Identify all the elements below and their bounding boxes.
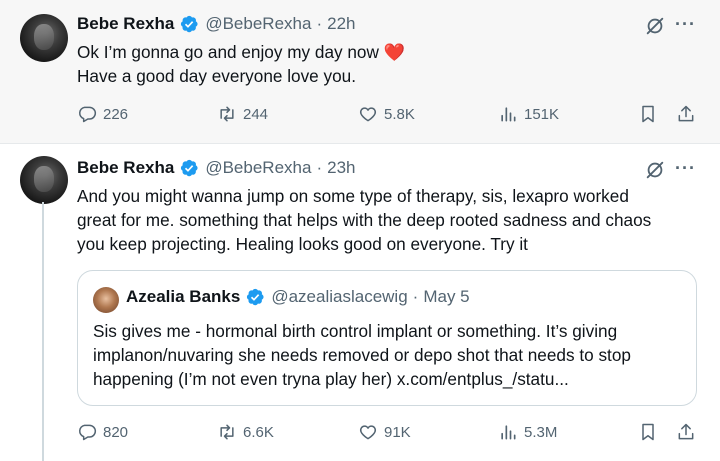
views-button[interactable]: 151K bbox=[498, 104, 559, 124]
quoted-tweet-text: Sis gives me - hormonal birth control im… bbox=[93, 319, 688, 391]
display-name[interactable]: Bebe Rexha bbox=[77, 14, 174, 34]
bookmark-icon bbox=[642, 423, 654, 441]
repost-button[interactable]: 244 bbox=[217, 104, 268, 124]
views-button[interactable]: 5.3M bbox=[498, 422, 557, 442]
timestamp[interactable]: 23h bbox=[327, 158, 355, 178]
quoted-tweet-text-line: Sis gives me - hormonal birth control im… bbox=[93, 321, 618, 341]
repost-button[interactable]: 6.6K bbox=[217, 422, 274, 442]
thread-line bbox=[42, 202, 44, 461]
reply-button[interactable]: 226 bbox=[77, 104, 128, 124]
share-button[interactable] bbox=[676, 104, 696, 124]
repost-icon bbox=[220, 424, 234, 440]
tweet-header: Bebe Rexha @BebeRexha · 22h bbox=[77, 14, 355, 34]
like-button[interactable]: 5.8K bbox=[358, 104, 415, 124]
views-count: 5.3M bbox=[524, 423, 558, 441]
bookmark-button[interactable] bbox=[638, 422, 658, 442]
handle: @azealiaslacewig bbox=[271, 287, 408, 306]
tweet-text-line: Ok I’m gonna go and enjoy my day now bbox=[77, 42, 379, 62]
share-button[interactable] bbox=[676, 422, 696, 442]
quoted-tweet-text-line: implanon/nuvaring she needs removed or d… bbox=[93, 345, 631, 365]
tweet[interactable]: Bebe Rexha @BebeRexha · 23h ··· And you … bbox=[0, 144, 720, 461]
reply-count: 226 bbox=[103, 105, 129, 123]
grok-icon[interactable] bbox=[644, 15, 666, 37]
handle[interactable]: @BebeRexha bbox=[205, 14, 311, 34]
handle[interactable]: @BebeRexha bbox=[205, 158, 311, 178]
repost-icon bbox=[220, 106, 234, 122]
action-bar: 820 6.6K 91K 5.3M bbox=[77, 422, 707, 446]
like-count: 91K bbox=[384, 423, 411, 441]
tweet-text-line: you keep projecting. Healing looks good … bbox=[77, 234, 528, 254]
tweet-text: Ok I’m gonna go and enjoy my day now ❤️ … bbox=[77, 40, 405, 88]
more-icon[interactable]: ··· bbox=[675, 14, 696, 35]
separator: · bbox=[412, 287, 419, 306]
separator: · bbox=[316, 158, 323, 177]
bookmark-icon bbox=[642, 105, 654, 123]
like-icon bbox=[359, 425, 377, 440]
tweet-text-line: And you might wanna jump on some type of… bbox=[77, 186, 629, 206]
reply-count: 820 bbox=[103, 423, 129, 441]
avatar[interactable] bbox=[20, 14, 68, 62]
verified-badge-icon bbox=[247, 288, 264, 306]
verified-badge-icon bbox=[181, 159, 198, 177]
avatar[interactable] bbox=[20, 156, 68, 204]
repost-count: 6.6K bbox=[243, 423, 274, 441]
quoted-tweet-header: Azealia Banks @azealiaslacewig · May 5 bbox=[126, 287, 470, 307]
views-count: 151K bbox=[524, 105, 560, 123]
tweet[interactable]: Bebe Rexha @BebeRexha · 22h ··· Ok I’m g… bbox=[0, 0, 720, 144]
separator: · bbox=[316, 14, 323, 33]
quoted-tweet[interactable]: Azealia Banks @azealiaslacewig · May 5 S… bbox=[77, 270, 697, 406]
timestamp: May 5 bbox=[423, 287, 470, 306]
share-icon bbox=[678, 105, 694, 122]
grok-icon[interactable] bbox=[644, 159, 666, 181]
more-icon[interactable]: ··· bbox=[675, 158, 696, 179]
bookmark-button[interactable] bbox=[638, 104, 658, 124]
action-bar: 226 244 5.8K 151K bbox=[77, 104, 707, 128]
tweet-text-line: Have a good day everyone love you. bbox=[77, 66, 357, 86]
display-name: Azealia Banks bbox=[126, 287, 241, 306]
reply-button[interactable]: 820 bbox=[77, 422, 128, 442]
heart-emoji: ❤️ bbox=[383, 42, 406, 62]
views-icon bbox=[501, 425, 516, 440]
tweet-header: Bebe Rexha @BebeRexha · 23h bbox=[77, 158, 355, 178]
like-button[interactable]: 91K bbox=[358, 422, 411, 442]
views-icon bbox=[501, 107, 516, 122]
display-name[interactable]: Bebe Rexha bbox=[77, 158, 174, 178]
share-icon bbox=[678, 423, 694, 440]
like-count: 5.8K bbox=[384, 105, 415, 123]
reply-icon bbox=[79, 106, 97, 123]
tweet-text: And you might wanna jump on some type of… bbox=[77, 184, 651, 256]
like-icon bbox=[359, 107, 377, 122]
reply-icon bbox=[79, 424, 97, 441]
timestamp[interactable]: 22h bbox=[327, 14, 355, 34]
verified-badge-icon bbox=[181, 15, 198, 33]
tweet-text-line: great for me. something that helps with … bbox=[77, 210, 652, 230]
avatar[interactable] bbox=[93, 287, 119, 313]
quoted-tweet-text-line: happening (I’m not even tryna play her) … bbox=[93, 369, 569, 389]
repost-count: 244 bbox=[243, 105, 269, 123]
